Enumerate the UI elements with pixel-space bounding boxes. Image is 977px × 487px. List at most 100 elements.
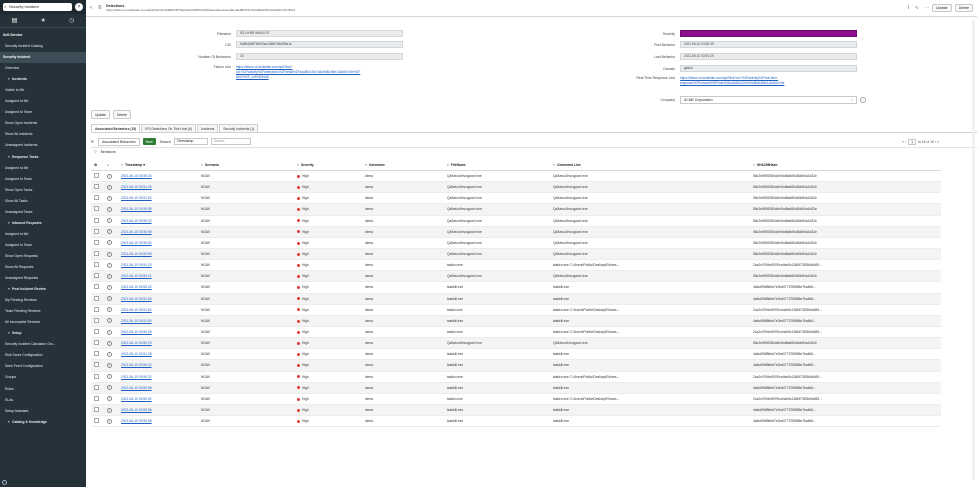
row-checkbox[interactable] (91, 228, 107, 235)
next-page-icon[interactable]: › (935, 140, 936, 144)
nav-module-item[interactable]: Show Open Incidents (0, 118, 86, 129)
company-input[interactable]: ACME Corporation ⌕ (680, 96, 857, 104)
row-info-icon[interactable]: i (107, 318, 121, 324)
all-apps-icon[interactable]: ▤ (12, 17, 18, 24)
nav-module-item[interactable]: Security Incident (0, 52, 86, 64)
row-checkbox[interactable] (91, 217, 107, 224)
row-info-icon[interactable]: i (107, 340, 121, 346)
row-info-icon[interactable]: i (107, 374, 121, 380)
row-checkbox[interactable] (91, 251, 107, 257)
filter-input[interactable]: ⌕ Security Incident (3, 3, 72, 11)
back-icon[interactable]: ‹ (90, 5, 98, 11)
row-info-icon[interactable]: i (107, 206, 121, 212)
prev-page-icon[interactable]: ‹ (905, 140, 906, 144)
row-checkbox[interactable] (91, 295, 107, 302)
nav-module-item[interactable]: Risk Score Configuration (0, 350, 86, 361)
nav-module-item[interactable]: Visible to Me (0, 85, 86, 96)
row-info-icon[interactable]: i (107, 229, 121, 235)
cell-timestamp[interactable]: 2021-06-10 03:50:53 (121, 241, 201, 245)
nav-module-group[interactable]: ▾ Post Incident Review (0, 284, 86, 295)
row-checkbox[interactable] (91, 395, 107, 402)
nav-module-item[interactable]: Self-Service (0, 30, 86, 41)
nav-module-item[interactable]: Show All Incidents (0, 129, 86, 140)
nav-module-group[interactable]: ▾ Incidents (0, 74, 86, 85)
nav-module-item[interactable]: All Incomplete Reviews (0, 317, 86, 328)
row-info-icon[interactable]: i (107, 218, 121, 224)
row-info-icon[interactable]: i (107, 396, 121, 402)
row-info-icon[interactable]: i (107, 385, 121, 391)
row-info-icon[interactable]: i (107, 251, 121, 257)
lookup-search-icon[interactable]: ⌕ (851, 97, 853, 103)
col-scenario[interactable]: ≡ Scenario (201, 163, 297, 167)
rt-response-link[interactable]: https://falcon.crowdstrike.com/api2/link… (680, 76, 890, 86)
row-info-icon[interactable]: i (107, 407, 121, 413)
nav-module-item[interactable]: Team Pending Reviews (0, 306, 86, 317)
table-row[interactable]: i 2021-06-10 03:50:24 NGAV High demo Q#Aeiou0… (91, 171, 941, 183)
info-icon[interactable]: i (860, 97, 866, 103)
row-checkbox[interactable] (91, 351, 107, 357)
cell-timestamp[interactable]: 2021-06-10 03:51:53 (121, 297, 201, 301)
row-info-icon[interactable]: i (107, 296, 121, 302)
row-info-icon[interactable]: i (107, 329, 121, 335)
page-input[interactable]: 1 (908, 138, 917, 145)
cell-timestamp[interactable]: 2021-06-10 03:50:55 (121, 207, 201, 211)
cell-timestamp[interactable]: 2021-06-10 03:50:58 (121, 419, 201, 423)
tab-security-incidents[interactable]: Security Incidents (1) (219, 124, 259, 132)
scrollbar[interactable] (972, 20, 975, 480)
list-title[interactable]: Associated Behaviors (97, 137, 140, 146)
field-value[interactable]: global (680, 65, 857, 72)
row-info-icon[interactable]: i (107, 173, 121, 179)
row-info-icon[interactable]: i (107, 307, 121, 313)
row-info-icon[interactable]: i (107, 351, 121, 357)
delete-button[interactable]: Delete (112, 110, 131, 119)
nav-module-item[interactable]: Unassigned Tasks (0, 207, 86, 218)
col-filename[interactable]: ≡ FileName (447, 163, 553, 167)
nav-module-item[interactable]: Security Incident Calculator Gro... (0, 339, 86, 350)
table-row[interactable]: i 2021-06-10 03:51:25 NGAV High demo Q#Aeiou0… (91, 182, 941, 194)
cell-timestamp[interactable]: 2021-06-10 03:51:50 (121, 319, 201, 323)
cell-timestamp[interactable]: 2021-06-10 03:50:24 (121, 174, 201, 178)
cell-timestamp[interactable]: 2021-06-10 03:51:28 (121, 352, 201, 356)
cell-timestamp[interactable]: 2021-06-10 03:50:55 (121, 230, 201, 234)
field-value[interactable]: 2021-06-10 03:50:49 (680, 41, 857, 48)
row-checkbox[interactable] (91, 206, 107, 212)
field-value[interactable]: 15 (236, 53, 403, 60)
table-row[interactable]: i 2021-06-10 03:50:22 NGAV High demo taskkill… (91, 282, 941, 294)
nav-module-item[interactable]: Seen Feed Configuration (0, 361, 86, 372)
nav-module-item[interactable]: Roles (0, 384, 86, 395)
cell-timestamp[interactable]: 2021-06-10 03:50:28 (121, 330, 201, 334)
first-page-icon[interactable]: « (902, 140, 904, 144)
nav-module-item[interactable]: Assigned to Team (0, 240, 86, 251)
tab-associated-behaviors[interactable]: Associated Behaviors (15) (91, 124, 141, 132)
collapse-icon[interactable] (2, 480, 7, 485)
row-checkbox[interactable] (91, 173, 107, 179)
row-checkbox[interactable] (91, 317, 107, 324)
table-row[interactable]: i 2021-06-10 03:50:58 NGAV High demo taskkill… (91, 416, 941, 428)
row-info-icon[interactable]: i (107, 418, 121, 424)
cell-timestamp[interactable]: 2021-06-10 03:50:22 (121, 375, 201, 379)
nav-module-item[interactable]: Assigned to Me (0, 229, 86, 240)
list-menu-icon[interactable]: ≡ (91, 139, 94, 145)
header-search-icon[interactable]: ⌕ (107, 163, 121, 167)
nav-module-item[interactable]: Assigned to Team (0, 107, 86, 118)
nav-module-item[interactable]: Unassigned Incidents (0, 140, 86, 151)
nav-module-item[interactable]: Show All Requests (0, 262, 86, 273)
filter-icon[interactable]: ▽ (94, 150, 97, 154)
field-value[interactable]: f4d8b6c8f7f3e92ac1d6f87a5c9f3a1e (236, 41, 403, 48)
row-checkbox[interactable] (91, 273, 107, 279)
cell-timestamp[interactable]: 2021-06-10 03:50:58 (121, 386, 201, 390)
nav-module-item[interactable]: My Pending Reviews (0, 295, 86, 306)
col-timestamp[interactable]: ≡ Timestamp ▾ (121, 163, 201, 167)
table-row[interactable]: i 2021-06-10 03:50:21 NGAV High demo Q#Aeiou0… (91, 271, 941, 283)
row-checkbox[interactable] (91, 184, 107, 190)
nav-module-item[interactable]: Overview (0, 63, 86, 74)
table-row[interactable]: i 2021-06-10 03:50:29 NGAV High demo Q#Aeiou0… (91, 338, 941, 350)
nav-module-group[interactable]: ▾ Inbound Requests (0, 218, 86, 229)
search-field-select[interactable]: Timestamp (173, 138, 208, 145)
row-info-icon[interactable]: i (107, 362, 121, 368)
attachment-icon[interactable]: ⌇ (907, 5, 909, 11)
table-row[interactable]: i 2021-06-10 03:50:55 NGAV High demo Q#Aeiou0… (91, 204, 941, 216)
table-row[interactable]: i 2021-06-10 03:51:50 NGAV High demo taskkill… (91, 315, 941, 327)
col-command-line[interactable]: ≡ Command Line (553, 163, 753, 167)
row-info-icon[interactable]: i (107, 273, 121, 279)
